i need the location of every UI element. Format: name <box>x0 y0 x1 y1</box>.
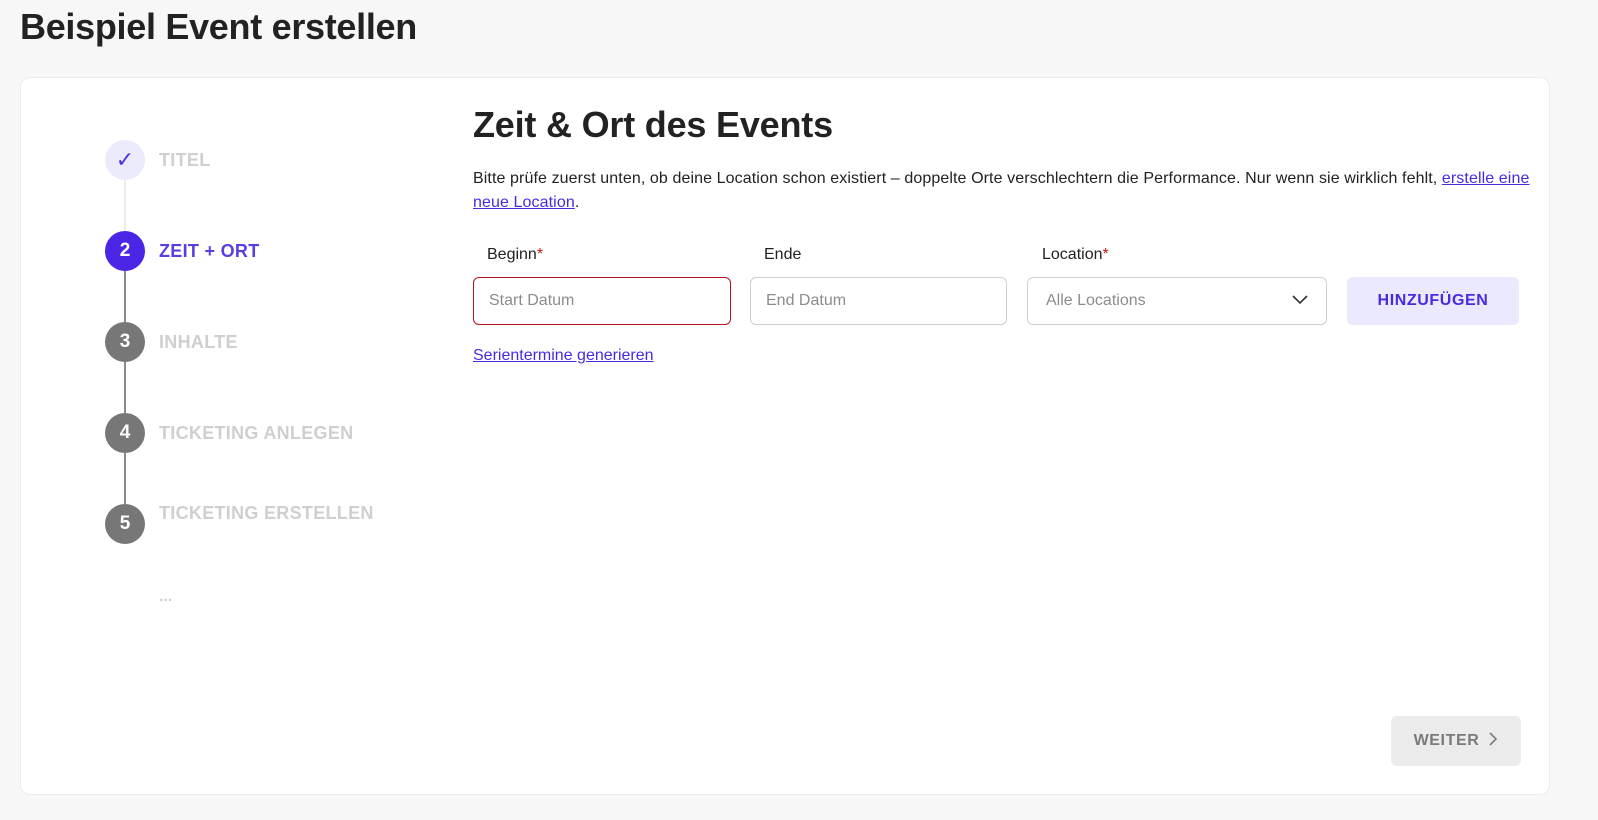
event-wizard-card: ✓ TITEL 2 ZEIT + ORT 3 INHALTE 4 TICKETI… <box>20 77 1550 795</box>
next-button[interactable]: WEITER <box>1391 716 1521 766</box>
step-number: 5 <box>105 504 145 544</box>
generate-series-link[interactable]: Serientermine generieren <box>473 347 654 365</box>
begin-label: Beginn* <box>487 246 543 264</box>
location-select-value: Alle Locations <box>1046 292 1146 309</box>
location-label-text: Location <box>1042 246 1103 263</box>
page-title: Beispiel Event erstellen <box>20 6 417 47</box>
location-label: Location* <box>1042 246 1109 264</box>
chevron-right-icon <box>1489 731 1498 751</box>
step-label: TICKETING ANLEGEN <box>159 423 354 443</box>
step-number: 4 <box>105 413 145 453</box>
intro-sentence: Bitte prüfe zuerst unten, ob deine Locat… <box>473 170 1438 187</box>
chevron-down-icon <box>1292 292 1308 310</box>
checkmark-icon: ✓ <box>105 140 145 180</box>
begin-label-text: Beginn <box>487 246 537 263</box>
step-number: 3 <box>105 322 145 362</box>
step-label: INHALTE <box>159 332 238 352</box>
step-label: ZEIT + ORT <box>159 241 260 261</box>
step-connector <box>124 271 126 322</box>
location-select[interactable]: Alle Locations <box>1027 277 1327 325</box>
section-title: Zeit & Ort des Events <box>473 104 833 145</box>
end-date-input[interactable] <box>750 277 1007 325</box>
start-date-input[interactable] <box>473 277 731 325</box>
step-number: 2 <box>105 231 145 271</box>
step-connector <box>124 362 126 413</box>
step-label: TITEL <box>159 150 211 170</box>
end-label: Ende <box>764 246 802 263</box>
step-ticketing-erstellen: 5 TICKETING ERSTELLEN <box>105 503 374 544</box>
step-connector <box>124 453 126 504</box>
step-zeit-ort[interactable]: 2 ZEIT + ORT <box>105 231 260 271</box>
step-ticketing-anlegen: 4 TICKETING ANLEGEN <box>105 413 353 453</box>
required-marker: * <box>536 246 544 263</box>
required-marker: * <box>1102 246 1109 263</box>
next-button-label: WEITER <box>1413 732 1480 749</box>
step-connector <box>124 180 126 231</box>
step-label-ellipsis: ... <box>159 588 173 605</box>
intro-text: Bitte prüfe zuerst unten, ob deine Locat… <box>473 167 1533 215</box>
step-label: TICKETING ERSTELLEN <box>159 503 374 523</box>
intro-period: . <box>574 194 580 211</box>
add-date-button[interactable]: HINZUFÜGEN <box>1347 277 1519 325</box>
step-inhalte: 3 INHALTE <box>105 322 238 362</box>
step-titel[interactable]: ✓ TITEL <box>105 140 211 180</box>
